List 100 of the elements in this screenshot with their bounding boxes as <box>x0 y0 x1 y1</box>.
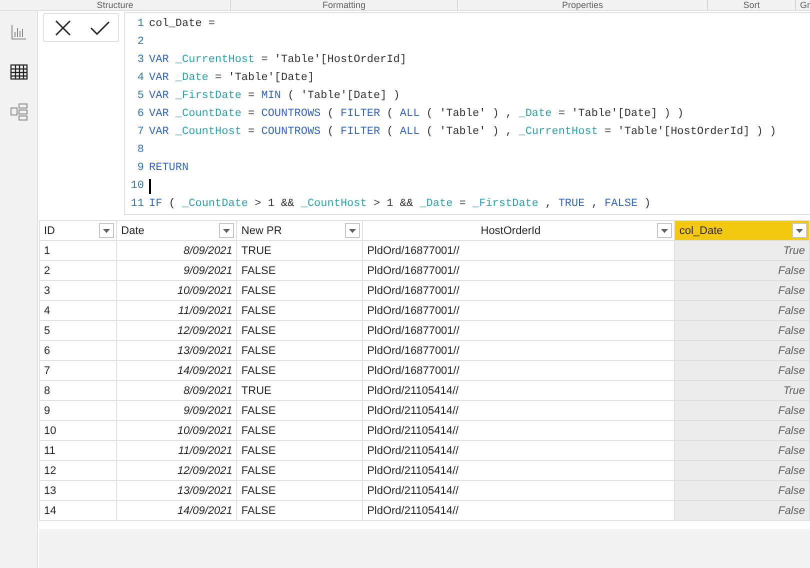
column-title: ID <box>44 224 55 236</box>
text-cursor <box>149 178 151 194</box>
table-cell: 11 <box>40 440 117 460</box>
filter-dropdown[interactable] <box>99 223 114 238</box>
table-cell: 9 <box>40 400 117 420</box>
table-cell: PldOrd/16877001// <box>362 340 675 360</box>
table-cell: FALSE <box>236 420 363 440</box>
column-header[interactable]: New PR <box>236 220 363 240</box>
line-number: 2 <box>136 36 145 48</box>
table-cell: 9/09/2021 <box>116 260 237 280</box>
table-cell: 12/09/2021 <box>116 320 237 340</box>
table-cell: PldOrd/16877001// <box>362 240 675 260</box>
ribbon-group-label: Properties <box>458 0 708 10</box>
table-cell: False <box>674 320 810 340</box>
table-cell: True <box>674 380 810 400</box>
table-cell: 12 <box>40 460 117 480</box>
table-cell: PldOrd/21105414// <box>362 400 675 420</box>
table-cell: False <box>674 260 810 280</box>
checkmark-icon <box>90 20 110 34</box>
table-cell: FALSE <box>236 300 363 320</box>
caret-icon <box>796 228 803 232</box>
table-cell: 3 <box>40 280 117 300</box>
table-cell: 9/09/2021 <box>116 400 237 420</box>
table-cell: PldOrd/16877001// <box>362 360 675 380</box>
filter-dropdown[interactable] <box>792 223 807 238</box>
table-cell: 10/09/2021 <box>116 280 237 300</box>
code-line: col_Date = <box>149 18 216 30</box>
table-cell: PldOrd/21105414// <box>362 500 675 520</box>
table-cell: PldOrd/16877001// <box>362 280 675 300</box>
column-title: New PR <box>241 224 282 236</box>
ribbon-group-label: Sort <box>708 0 796 10</box>
table-cell: False <box>674 480 810 500</box>
code-line: RETURN <box>149 162 189 174</box>
table-cell: 10/09/2021 <box>116 420 237 440</box>
table-cell: False <box>674 500 810 520</box>
column-header[interactable]: Date <box>116 220 237 240</box>
caret-icon <box>223 228 230 232</box>
table-cell: PldOrd/21105414// <box>362 420 675 440</box>
code-line: IF ( _CountDate > 1 && _CountHost > 1 && _Date = _FirstDate , TRUE , FALSE ) <box>149 198 651 210</box>
table-cell: FALSE <box>236 280 363 300</box>
caret-icon <box>103 228 110 232</box>
line-number: 5 <box>136 90 145 102</box>
table-cell: False <box>674 460 810 480</box>
table-cell: False <box>674 340 810 360</box>
table-cell: 7 <box>40 360 117 380</box>
table-cell: 11/09/2021 <box>116 440 237 460</box>
table-cell: 13/09/2021 <box>116 340 237 360</box>
formula-editor[interactable] <box>124 12 810 215</box>
table-cell: 8/09/2021 <box>116 380 237 400</box>
caret-icon <box>349 228 356 232</box>
table-cell: 6 <box>40 340 117 360</box>
table-cell: 2 <box>40 260 117 280</box>
table-cell: TRUE <box>236 380 363 400</box>
table-cell: PldOrd/16877001// <box>362 300 675 320</box>
model-icon <box>10 103 28 121</box>
filter-dropdown[interactable] <box>657 223 672 238</box>
table-cell: PldOrd/21105414// <box>362 480 675 500</box>
table-cell: 13/09/2021 <box>116 480 237 500</box>
column-header[interactable]: col_Date <box>674 220 810 240</box>
table-cell: FALSE <box>236 260 363 280</box>
close-icon <box>54 20 70 36</box>
table-cell: 12/09/2021 <box>116 460 237 480</box>
table-cell: 10 <box>40 420 117 440</box>
table-cell: 11/09/2021 <box>116 300 237 320</box>
line-number: 4 <box>136 72 145 84</box>
code-line: VAR _FirstDate = MIN ( 'Table'[Date] ) <box>149 90 400 102</box>
table-cell: PldOrd/16877001// <box>362 260 675 280</box>
table-cell: 8 <box>40 380 117 400</box>
table-cell: False <box>674 280 810 300</box>
line-number: 9 <box>136 162 145 174</box>
ribbon-group-label: Structure <box>0 0 231 10</box>
bar-chart-icon <box>10 24 26 40</box>
table-cell: FALSE <box>236 340 363 360</box>
table-cell: PldOrd/21105414// <box>362 440 675 460</box>
line-number: 10 <box>130 180 145 192</box>
line-number: 11 <box>130 198 145 210</box>
table-cell: True <box>674 240 810 260</box>
filter-dropdown[interactable] <box>345 223 360 238</box>
table-cell: 8/09/2021 <box>116 240 237 260</box>
column-title: HostOrderId <box>480 224 542 236</box>
code-line: VAR _Date = 'Table'[Date] <box>149 72 314 84</box>
table-cell: 14/09/2021 <box>116 360 237 380</box>
table-cell: False <box>674 440 810 460</box>
line-number: 1 <box>136 18 145 30</box>
table-cell: PldOrd/21105414// <box>362 460 675 480</box>
filter-dropdown[interactable] <box>219 223 234 238</box>
table-cell: TRUE <box>236 240 363 260</box>
column-title: Date <box>121 224 144 236</box>
table-cell: FALSE <box>236 440 363 460</box>
table-cell: 14 <box>40 500 117 520</box>
table-cell: FALSE <box>236 400 363 420</box>
column-header[interactable]: HostOrderId <box>362 220 675 240</box>
table-icon <box>10 64 28 80</box>
code-line: VAR _CountHost = COUNTROWS ( FILTER ( ALL ( 'Table' ) , _CurrentHost = 'Table'[HostOrderId] ) ) <box>149 126 776 138</box>
table-cell: 4 <box>40 300 117 320</box>
line-number: 3 <box>136 54 145 66</box>
column-header[interactable]: ID <box>40 220 117 240</box>
table-cell: 1 <box>40 240 117 260</box>
column-title: col_Date <box>679 224 723 236</box>
table-cell: False <box>674 400 810 420</box>
